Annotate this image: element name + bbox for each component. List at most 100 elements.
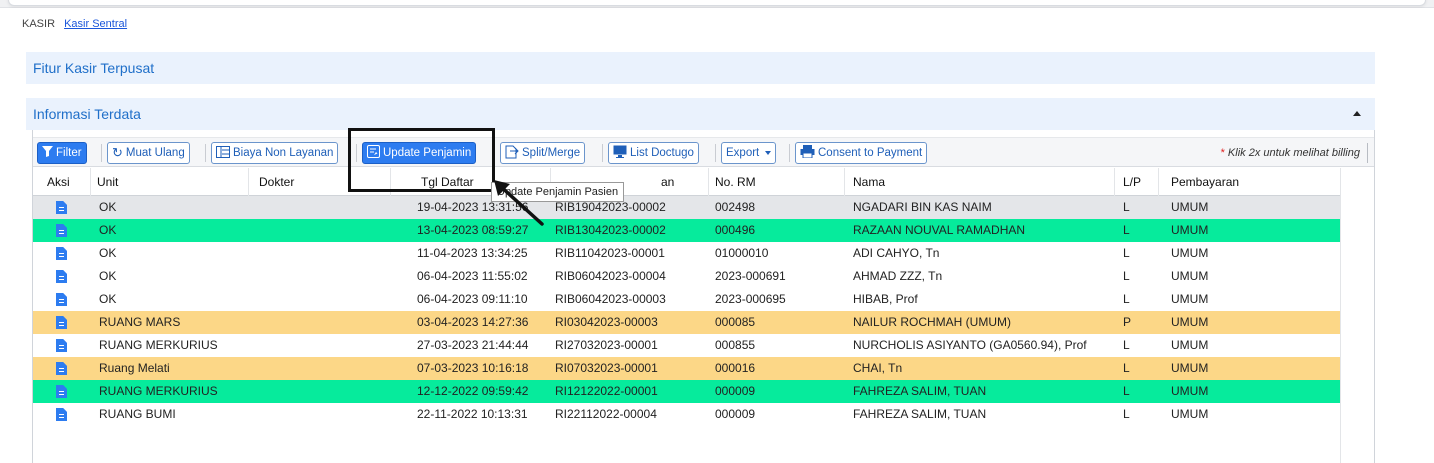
cell-lp: L xyxy=(1123,200,1130,214)
cell-lp: L xyxy=(1123,269,1130,283)
document-icon[interactable] xyxy=(56,362,67,375)
table-row[interactable]: OK 06-04-2023 11:55:02 RIB06042023-00004 20… xyxy=(33,265,1374,288)
cell-no: RIB11042023-00001 xyxy=(555,246,665,260)
cell-bayar: UMUM xyxy=(1171,269,1209,283)
cell-no: RI12122022-00001 xyxy=(555,384,658,398)
document-icon[interactable] xyxy=(56,385,67,398)
cell-no: RIB06042023-00004 xyxy=(555,269,666,283)
columns-icon xyxy=(216,145,230,161)
filter-button[interactable]: Filter xyxy=(37,142,87,164)
cell-tgl: 22-11-2022 10:13:31 xyxy=(417,407,528,421)
cell-unit: OK xyxy=(99,269,117,283)
table-row[interactable]: RUANG MARS 03-04-2023 14:27:36 RI03042023-… xyxy=(33,311,1374,334)
table-row[interactable]: OK 11-04-2023 13:34:25 RIB11042023-00001 01… xyxy=(33,242,1374,265)
cell-unit: RUANG MARS xyxy=(99,315,181,329)
cell-tgl: 27-03-2023 21:44:44 xyxy=(417,338,529,352)
table-row[interactable]: OK 13-04-2023 08:59:27 RIB13042023-00002 00… xyxy=(33,219,1374,242)
document-icon[interactable] xyxy=(56,224,67,237)
cell-nama: NGADARI BIN KAS NAIM xyxy=(853,200,992,214)
refresh-icon: ↻ xyxy=(112,145,123,160)
grid-toolbar: Filter ↻ Muat Ulang Biaya Non Layanan Up… xyxy=(33,137,1374,167)
cell-rm: 000009 xyxy=(715,384,756,398)
panel-informasi-header[interactable]: Informasi Terdata xyxy=(26,98,1375,130)
cell-unit: OK xyxy=(99,292,117,306)
filter-label: Filter xyxy=(56,147,82,159)
panel-fitur-title: Fitur Kasir Terpusat xyxy=(33,60,155,76)
cell-unit: OK xyxy=(99,223,117,237)
cell-no: RI22112022-00004 xyxy=(555,407,657,421)
cell-bayar: UMUM xyxy=(1171,223,1209,237)
document-icon[interactable] xyxy=(56,247,67,260)
table-row[interactable]: OK 06-04-2023 09:11:10 RIB06042023-00003 20… xyxy=(33,288,1374,311)
col-lp[interactable]: L/P xyxy=(1115,168,1159,196)
cell-rm: 01000010 xyxy=(715,246,769,260)
document-icon[interactable] xyxy=(56,201,67,214)
cell-no: RIB06042023-00003 xyxy=(555,292,666,306)
consent-to-payment-button[interactable]: Consent to Payment xyxy=(795,142,928,164)
muat-ulang-label: Muat Ulang xyxy=(125,147,185,159)
cell-unit: RUANG BUMI xyxy=(99,407,176,421)
document-icon[interactable] xyxy=(56,293,67,306)
cell-rm: 000855 xyxy=(715,338,756,352)
table-row[interactable]: Ruang Melati 07-03-2023 10:16:18 RI0703202… xyxy=(33,357,1374,380)
cell-tgl: 07-03-2023 10:16:18 xyxy=(417,361,529,375)
cell-rm: 2023-000695 xyxy=(715,292,786,306)
biaya-non-layanan-label: Biaya Non Layanan xyxy=(233,147,334,159)
split-merge-button[interactable]: Split/Merge xyxy=(500,142,586,164)
hint-text: Klik 2x untuk melihat billing xyxy=(1227,147,1360,159)
cell-lp: L xyxy=(1123,223,1130,237)
cell-nama: AHMAD ZZZ, Tn xyxy=(853,269,943,283)
document-icon[interactable] xyxy=(56,339,67,352)
cell-nama: FAHREZA SALIM, TUAN xyxy=(853,407,987,421)
cell-lp: L xyxy=(1123,338,1130,352)
cell-unit: RUANG MERKURIUS xyxy=(99,338,218,352)
cell-tgl: 06-04-2023 09:11:10 xyxy=(417,292,528,306)
table-row[interactable]: RUANG MERKURIUS 12-12-2022 09:59:42 RI1212… xyxy=(33,380,1374,403)
col-pembayaran[interactable]: Pembayaran xyxy=(1159,168,1341,196)
cell-rm: 000016 xyxy=(715,361,756,375)
cell-bayar: UMUM xyxy=(1171,200,1209,214)
muat-ulang-button[interactable]: ↻ Muat Ulang xyxy=(107,142,190,164)
cell-no: RI03042023-00003 xyxy=(555,315,658,329)
col-no-rm[interactable]: No. RM xyxy=(709,168,845,196)
toolbar-divider xyxy=(715,144,716,162)
collapse-caret-icon[interactable] xyxy=(1353,111,1361,116)
document-icon[interactable] xyxy=(56,316,67,329)
table-row[interactable]: RUANG BUMI 22-11-2022 10:13:31 RI22112022-… xyxy=(33,403,1374,426)
document-icon[interactable] xyxy=(56,408,67,421)
breadcrumb-root: KASIR xyxy=(22,18,56,30)
toolbar-divider xyxy=(101,144,102,162)
col-aksi[interactable]: Aksi xyxy=(33,168,91,196)
table-row[interactable]: RUANG MERKURIUS 27-03-2023 21:44:44 RI2703… xyxy=(33,334,1374,357)
list-doctugo-button[interactable]: List Doctugo xyxy=(608,142,699,164)
cell-bayar: UMUM xyxy=(1171,246,1209,260)
col-unit[interactable]: Unit xyxy=(91,168,249,196)
top-card-edge xyxy=(8,0,1426,6)
cell-bayar: UMUM xyxy=(1171,407,1209,421)
split-merge-label: Split/Merge xyxy=(522,147,581,159)
list-doctugo-label: List Doctugo xyxy=(630,147,694,159)
export-dropdown[interactable]: Export xyxy=(721,142,777,164)
breadcrumb-current-link[interactable]: Kasir Sentral xyxy=(64,18,127,30)
billing-hint: * Klik 2x untuk melihat billing xyxy=(1221,147,1360,159)
panel-fitur-kasir-header[interactable]: Fitur Kasir Terpusat xyxy=(26,52,1375,84)
cell-bayar: UMUM xyxy=(1171,361,1209,375)
cell-nama: RAZAAN NOUVAL RAMADHAN xyxy=(853,223,1026,237)
cell-bayar: UMUM xyxy=(1171,315,1209,329)
cell-bayar: UMUM xyxy=(1171,338,1209,352)
funnel-icon xyxy=(42,146,53,160)
vertical-scrollbar[interactable] xyxy=(1340,168,1374,463)
table-row[interactable]: OK 19-04-2023 13:31:56 RIB19042023-00002 00… xyxy=(33,196,1374,219)
cell-bayar: UMUM xyxy=(1171,384,1209,398)
document-icon[interactable] xyxy=(56,270,67,283)
biaya-non-layanan-button[interactable]: Biaya Non Layanan xyxy=(211,142,339,164)
panel-informasi-title: Informasi Terdata xyxy=(33,106,141,122)
cell-tgl: 03-04-2023 14:27:36 xyxy=(417,315,529,329)
table-body: OK 19-04-2023 13:31:56 RIB19042023-00002 00… xyxy=(33,196,1374,426)
toolbar-divider xyxy=(205,144,206,162)
monitor-icon xyxy=(613,145,627,161)
cell-nama: FAHREZA SALIM, TUAN xyxy=(853,384,987,398)
cell-lp: P xyxy=(1123,315,1132,329)
cell-lp: L xyxy=(1123,246,1130,260)
col-nama[interactable]: Nama xyxy=(845,168,1115,196)
